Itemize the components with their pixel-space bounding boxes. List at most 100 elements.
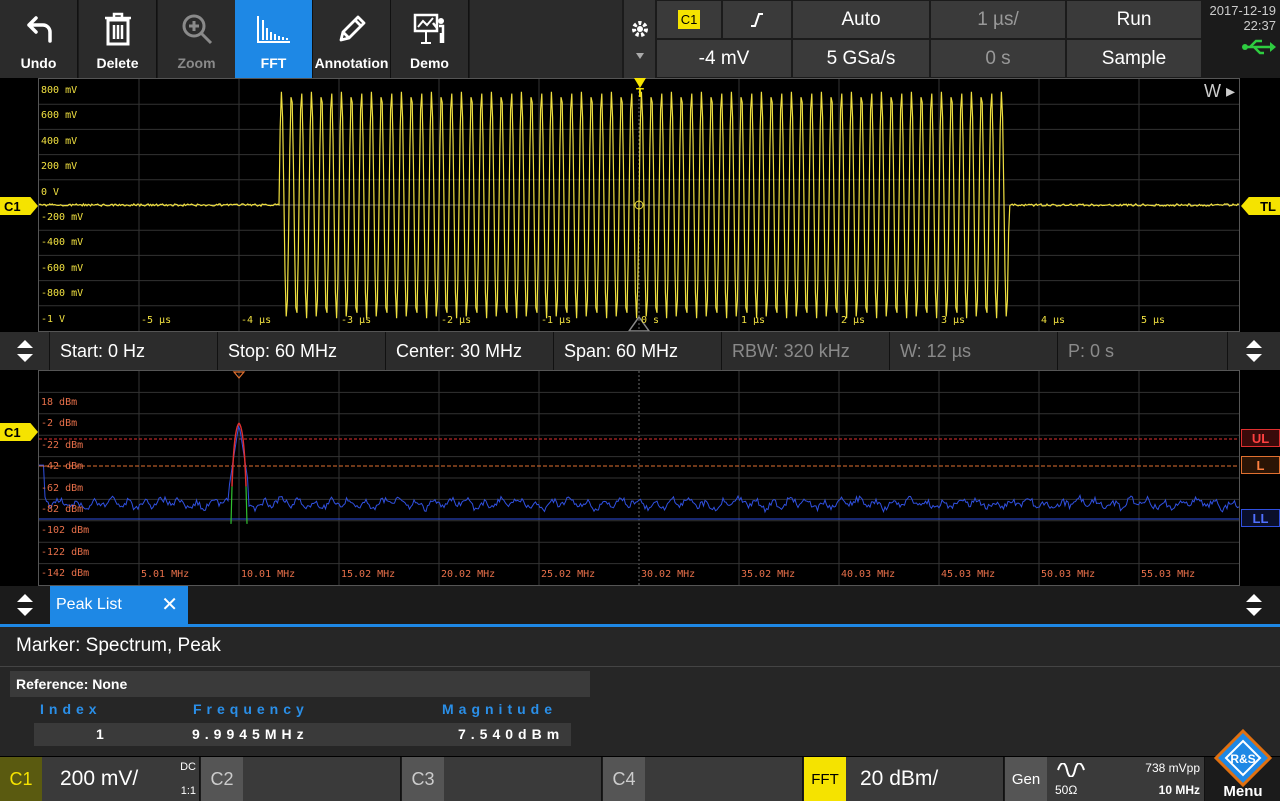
channel-fft[interactable]: FFT 20 dBm/: [804, 757, 1004, 801]
run-state-cell[interactable]: Run: [1066, 0, 1202, 39]
table-row[interactable]: 1 9.9945MHz 7.540dBm: [34, 723, 571, 746]
trigger-source-badge: C1: [678, 10, 701, 29]
waveform-grid[interactable]: 800 mV 600 mV 400 mV 200 mV 0 V -200 mV -400 m…: [38, 78, 1240, 332]
fft-window-cell[interactable]: W: 12 µs: [890, 332, 1058, 370]
clock: 2017-12-19 22:37: [1202, 0, 1280, 78]
fft-center-cell[interactable]: Center: 30 MHz: [386, 332, 554, 370]
waveform-x-label: -3 µs: [341, 315, 371, 326]
settings-button[interactable]: [624, 0, 655, 78]
trash-icon: [98, 9, 138, 49]
fft-bar-resize-right[interactable]: [1228, 332, 1280, 370]
channel-c4[interactable]: C4: [603, 757, 803, 801]
undo-button[interactable]: Undo: [0, 0, 78, 78]
toolbar: Undo Delete Zoom FFT Annotation Demo C1 …: [0, 0, 1280, 78]
channel-c1-coupling: DC: [180, 761, 196, 773]
delete-button[interactable]: Delete: [79, 0, 157, 78]
fft-button[interactable]: FFT: [235, 0, 313, 78]
trigger-slope-cell[interactable]: [722, 0, 792, 39]
trigger-source-cell[interactable]: C1: [656, 0, 722, 39]
spectrum-x-label: 5.01 MHz: [141, 569, 189, 580]
fft-channel-marker-label: C1: [4, 425, 21, 440]
col-index-header: Index: [40, 701, 102, 717]
channel-c3-tag: C3: [402, 757, 444, 801]
spectrum-plot: [39, 371, 1239, 585]
upper-limit-marker[interactable]: UL: [1241, 429, 1280, 447]
spectrum-x-label: 15.02 MHz: [341, 569, 395, 580]
trigger-level-marker[interactable]: TL: [1241, 197, 1280, 215]
spectrum-grid[interactable]: 18 dBm -2 dBm -22 dBm -42 dBm -62 dBm -82 dBm…: [38, 370, 1240, 586]
updown-arrows-icon: [1245, 339, 1263, 363]
trigger-mode-cell[interactable]: Auto: [792, 0, 930, 39]
fft-bar-resize[interactable]: [0, 332, 50, 370]
waveform-plot: [39, 79, 1239, 331]
lower-limit-marker[interactable]: LL: [1241, 509, 1280, 527]
updown-arrows-icon: [16, 593, 34, 617]
spectrum-y-label: -82 dBm: [41, 504, 83, 515]
channel-c3[interactable]: C3: [402, 757, 602, 801]
generator-frequency: 10 MHz: [1159, 783, 1200, 797]
fft-stop-cell[interactable]: Stop: 60 MHz: [218, 332, 386, 370]
window-marker[interactable]: W ▸: [1204, 81, 1235, 102]
generator-impedance: 50Ω: [1055, 783, 1077, 797]
spectrum-y-label: -62 dBm: [41, 483, 83, 494]
channel-c1[interactable]: C1 200 mV/ DC 1:1: [0, 757, 200, 801]
zoom-icon: [177, 9, 217, 49]
fft-span-cell[interactable]: Span: 60 MHz: [554, 332, 722, 370]
menu-button[interactable]: R&S Menu: [1206, 727, 1280, 801]
menu-label: Menu: [1206, 783, 1280, 800]
demo-button[interactable]: Demo: [391, 0, 469, 78]
peaklist-resize-right[interactable]: [1228, 586, 1280, 624]
tab-peak-list[interactable]: Peak List ✕: [50, 586, 188, 624]
annotation-label: Annotation: [315, 55, 389, 71]
col-magnitude-header: Magnitude: [442, 701, 557, 717]
tab-peak-list-label: Peak List: [56, 596, 122, 614]
zoom-label: Zoom: [177, 55, 215, 71]
channel-marker-c1[interactable]: C1: [0, 197, 38, 215]
time-position-cell[interactable]: 0 s: [930, 39, 1066, 78]
waveform-x-label: 5 µs: [1141, 315, 1165, 326]
sample-rate-cell[interactable]: 5 GSa/s: [792, 39, 930, 78]
acq-mode-cell[interactable]: Sample: [1066, 39, 1202, 78]
undo-label: Undo: [21, 55, 57, 71]
spectrum-y-label: 18 dBm: [41, 397, 77, 408]
spectrum-x-label: 10.01 MHz: [241, 569, 295, 580]
col-frequency-header: Frequency: [193, 701, 309, 717]
fft-icon: [254, 9, 294, 49]
marker-title: Marker: Spectrum, Peak: [16, 635, 221, 657]
peaklist-resize[interactable]: [0, 586, 50, 624]
waveform-y-label: 600 mV: [41, 110, 77, 121]
limit-marker[interactable]: L: [1241, 456, 1280, 474]
fft-settings-bar: Start: 0 Hz Stop: 60 MHz Center: 30 MHz …: [0, 332, 1280, 370]
waveform-y-label: -600 mV: [41, 263, 83, 274]
trigger-marker-label: T: [636, 86, 644, 100]
spectrum-area: 18 dBm -2 dBm -22 dBm -42 dBm -62 dBm -82 dBm…: [0, 370, 1280, 586]
channel-c2[interactable]: C2: [201, 757, 401, 801]
spectrum-x-label: 50.03 MHz: [1041, 569, 1095, 580]
fft-rbw-cell[interactable]: RBW: 320 kHz: [722, 332, 890, 370]
delete-label: Delete: [96, 55, 138, 71]
generator[interactable]: Gen 50Ω 738 mVpp 10 MHz: [1005, 757, 1205, 801]
spectrum-y-label: -122 dBm: [41, 547, 89, 558]
peaklist-tabbar: Peak List ✕: [0, 586, 1280, 624]
channel-c4-tag: C4: [603, 757, 645, 801]
waveform-y-label: -400 mV: [41, 237, 83, 248]
fft-position-cell[interactable]: P: 0 s: [1058, 332, 1228, 370]
time-scale-cell[interactable]: 1 µs/: [930, 0, 1066, 39]
channel-fft-scale: 20 dBm/: [860, 767, 938, 791]
waveform-x-label: -2 µs: [441, 315, 471, 326]
fft-label: FFT: [261, 55, 287, 71]
row-magnitude: 7.540dBm: [458, 726, 564, 742]
trigger-level-cell[interactable]: -4 mV: [656, 39, 792, 78]
zoom-button[interactable]: Zoom: [158, 0, 236, 78]
waveform-y-label: -200 mV: [41, 212, 83, 223]
fft-start-cell[interactable]: Start: 0 Hz: [50, 332, 218, 370]
spectrum-y-label: -102 dBm: [41, 525, 89, 536]
time-scale: 1 µs/: [977, 9, 1019, 31]
annotation-button[interactable]: Annotation: [313, 0, 391, 78]
spectrum-x-label: 30.02 MHz: [641, 569, 695, 580]
trigger-marker[interactable]: T: [632, 78, 648, 104]
rising-edge-icon: [749, 12, 765, 28]
fft-channel-marker[interactable]: C1: [0, 423, 38, 441]
channel-fft-tag: FFT: [804, 757, 846, 801]
close-icon[interactable]: ✕: [161, 592, 178, 617]
